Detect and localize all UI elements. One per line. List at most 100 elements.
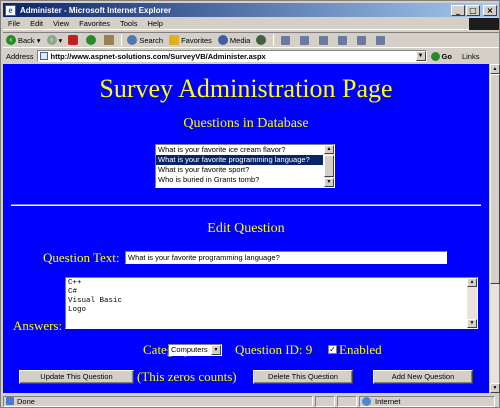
research-button[interactable] bbox=[352, 33, 371, 47]
address-bar: Address http://www.aspnet-solutions.com/… bbox=[3, 49, 499, 63]
question-text-input[interactable]: What is your favorite programming langua… bbox=[125, 251, 447, 264]
search-icon bbox=[127, 35, 138, 45]
ie-icon: e bbox=[5, 4, 16, 16]
page-scrollbar[interactable]: ▲ ▼ bbox=[489, 64, 500, 393]
favorites-button[interactable]: Favorites bbox=[166, 33, 215, 47]
print-button[interactable] bbox=[295, 33, 314, 47]
media-button[interactable]: Media bbox=[215, 33, 253, 47]
add-question-button[interactable]: Add New Question bbox=[373, 370, 473, 384]
answers-label: Answers: bbox=[13, 318, 63, 333]
category-select[interactable]: Computers ▼ bbox=[168, 344, 222, 356]
edit-heading: Edit Question bbox=[207, 221, 285, 236]
menu-bar: File Edit View Favorites Tools Help bbox=[3, 17, 499, 30]
research-icon bbox=[357, 35, 367, 45]
status-bar: Done Internet bbox=[3, 395, 499, 407]
menu-edit[interactable]: Edit bbox=[25, 19, 48, 28]
status-text: Done bbox=[3, 395, 313, 407]
media-icon bbox=[217, 35, 228, 45]
page-icon bbox=[39, 52, 48, 60]
refresh-button[interactable] bbox=[83, 33, 101, 47]
list-item[interactable]: What is your favorite ice cream flavor? bbox=[156, 145, 323, 155]
favorites-icon bbox=[169, 35, 180, 45]
questions-heading: Questions in Database bbox=[183, 116, 309, 131]
search-button[interactable]: Search bbox=[124, 33, 166, 47]
scroll-up-icon[interactable]: ▲ bbox=[490, 64, 500, 74]
mail-button[interactable] bbox=[276, 33, 295, 47]
discuss-button[interactable] bbox=[333, 33, 352, 47]
status-cell bbox=[315, 395, 335, 407]
answer-line: Visual Basic bbox=[68, 297, 123, 305]
menu-view[interactable]: View bbox=[48, 19, 74, 28]
scroll-up-icon[interactable]: ▲ bbox=[324, 145, 334, 154]
back-button[interactable]: ‹ Back ▾ bbox=[3, 33, 44, 47]
favorites-label: Favorites bbox=[181, 35, 212, 45]
go-arrow-icon bbox=[430, 51, 440, 61]
toolbar-separator bbox=[273, 34, 275, 46]
enabled-label: Enabled bbox=[339, 342, 382, 357]
chevron-down-icon[interactable]: ▼ bbox=[211, 345, 221, 355]
zeros-counts-note: (This zeros counts) bbox=[137, 369, 237, 384]
question-text-label: Question Text: bbox=[43, 250, 120, 265]
menu-file[interactable]: File bbox=[3, 19, 25, 28]
zone-label: Internet bbox=[375, 396, 401, 406]
address-dropdown[interactable]: ▼ bbox=[415, 51, 426, 61]
listbox-scrollbar[interactable]: ▲ ▼ bbox=[324, 145, 334, 187]
windows-logo-icon bbox=[469, 17, 499, 30]
dropdown-icon: ▾ bbox=[58, 35, 63, 45]
messenger-icon bbox=[376, 35, 386, 45]
print-icon bbox=[300, 35, 310, 45]
divider bbox=[11, 204, 481, 206]
stop-icon bbox=[68, 35, 79, 45]
ie-page-icon bbox=[6, 397, 14, 405]
status-done: Done bbox=[17, 396, 35, 406]
answers-textarea[interactable]: C++ C# Visual Basic Logo ▲ ▼ bbox=[65, 277, 478, 329]
refresh-icon bbox=[86, 35, 97, 45]
home-button[interactable] bbox=[101, 33, 119, 47]
go-label: Go bbox=[441, 51, 452, 61]
stop-button[interactable] bbox=[65, 33, 83, 47]
address-input[interactable]: http://www.aspnet-solutions.com/SurveyVB… bbox=[36, 50, 427, 62]
messenger-button[interactable] bbox=[371, 33, 390, 47]
questions-listbox[interactable]: What is your favorite ice cream flavor? … bbox=[155, 144, 335, 188]
back-arrow-icon: ‹ bbox=[6, 35, 16, 45]
close-button[interactable]: × bbox=[483, 4, 497, 16]
edit-button[interactable] bbox=[314, 33, 333, 47]
address-label: Address bbox=[6, 51, 34, 61]
media-label: Media bbox=[229, 35, 251, 45]
scroll-thumb[interactable] bbox=[490, 74, 500, 284]
discuss-icon bbox=[338, 35, 348, 45]
menu-tools[interactable]: Tools bbox=[115, 19, 143, 28]
forward-button[interactable]: › ▾ bbox=[44, 33, 66, 47]
list-item-selected[interactable]: What is your favorite programming langua… bbox=[156, 155, 323, 165]
minimize-button[interactable]: _ bbox=[451, 4, 465, 16]
edit-icon bbox=[319, 35, 329, 45]
delete-question-button[interactable]: Delete This Question bbox=[253, 370, 353, 384]
toolbar: ‹ Back ▾ › ▾ Search Favorites Media bbox=[3, 32, 499, 48]
history-button[interactable] bbox=[253, 33, 271, 47]
links-button[interactable]: Links bbox=[462, 52, 480, 61]
maximize-button[interactable]: □ bbox=[466, 4, 480, 16]
zone-indicator: Internet bbox=[359, 395, 495, 407]
answers-scrollbar[interactable]: ▲ ▼ bbox=[467, 278, 477, 328]
menu-help[interactable]: Help bbox=[143, 19, 168, 28]
address-url: http://www.aspnet-solutions.com/SurveyVB… bbox=[50, 51, 266, 61]
update-question-button[interactable]: Update This Question bbox=[19, 370, 134, 384]
window-title: Administer - Microsoft Internet Explorer bbox=[20, 5, 172, 15]
history-icon bbox=[256, 35, 267, 45]
scroll-up-icon[interactable]: ▲ bbox=[467, 278, 477, 287]
menu-favorites[interactable]: Favorites bbox=[74, 19, 115, 28]
answer-line: C++ bbox=[68, 279, 82, 287]
home-icon bbox=[104, 35, 115, 45]
go-button[interactable]: Go bbox=[430, 51, 452, 61]
scroll-down-icon[interactable]: ▼ bbox=[324, 178, 334, 187]
back-label: Back bbox=[18, 35, 35, 45]
list-item[interactable]: Who is buried in Grants tomb? bbox=[156, 175, 323, 185]
globe-icon bbox=[362, 396, 371, 406]
scroll-down-icon[interactable]: ▼ bbox=[490, 383, 500, 393]
mail-icon bbox=[281, 35, 291, 45]
scroll-down-icon[interactable]: ▼ bbox=[467, 319, 477, 328]
browser-window: e Administer - Microsoft Internet Explor… bbox=[0, 0, 500, 408]
scroll-thumb[interactable] bbox=[324, 155, 334, 177]
enabled-checkbox[interactable]: ✓ bbox=[328, 345, 337, 354]
list-item[interactable]: What is your favorite sport? bbox=[156, 165, 323, 175]
